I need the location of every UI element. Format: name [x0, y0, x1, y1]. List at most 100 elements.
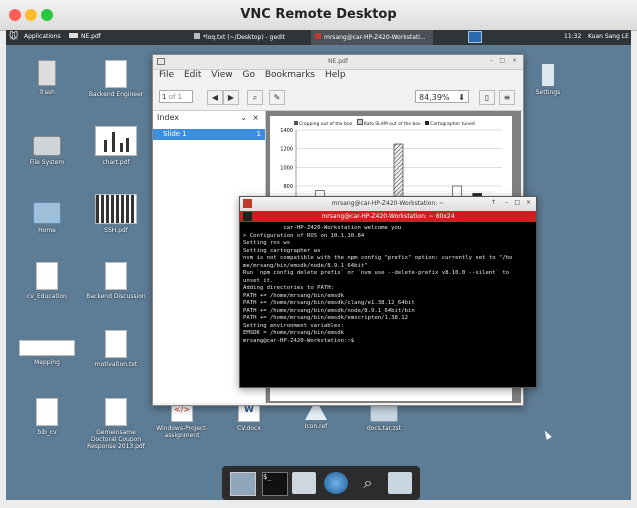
sidebar-header: Index ⌄ ×	[153, 111, 265, 129]
xfce-menu-icon[interactable]: 🐭	[9, 32, 18, 42]
task-terminal-label: mrsang@car-HP-Z420-Workstati...	[324, 34, 426, 41]
sidebar-close-icon[interactable]: ×	[252, 113, 259, 122]
terminal-output[interactable]: car-HP-Z420-Workstation welcome you > Con…	[240, 222, 536, 384]
pdf-window-title: NE.pdf	[328, 58, 348, 65]
settings-icon	[542, 64, 554, 86]
y-tick-label: 1000	[280, 165, 293, 171]
clock: 11:32	[564, 33, 582, 40]
desktop-icon-bib-cv[interactable]: bib_cv	[17, 398, 77, 436]
bookmark-icon[interactable]: ▯	[479, 90, 495, 105]
desktop-icon-label: Mapping	[34, 359, 60, 366]
terminal-line: nvm is not compatible with the npm confi…	[243, 255, 513, 261]
document-icon	[105, 330, 127, 358]
window-title: VNC Remote Desktop	[240, 7, 397, 22]
desktop-icon-mapping[interactable]: Mapping	[17, 330, 77, 366]
terminal-line: mrsang@car-HP-Z420-Workstation:~$	[243, 337, 355, 344]
document-icon	[36, 398, 58, 426]
home-folder-dock-icon[interactable]	[292, 472, 316, 494]
desktop-icon-gemeinsame-doctoral[interactable]: Gemeinsame Doctoral Coupon Response 2013…	[86, 398, 146, 450]
desktop-icon-label: Home	[38, 227, 56, 234]
desktop-icon-label: chart.pdf	[102, 159, 130, 166]
pdf-titlebar: NE.pdf – □ ×	[153, 55, 523, 70]
menu-help[interactable]: Help	[325, 70, 346, 80]
desktop-icon-label: Windows-Project-assignment	[156, 425, 208, 439]
search-icon[interactable]: ⌕	[247, 90, 263, 105]
desktop-icon-ssh-pdf[interactable]: SSH.pdf	[86, 194, 146, 234]
prev-page-icon[interactable]: ◀	[207, 90, 223, 105]
user-name[interactable]: Kuan Sang LE	[588, 33, 629, 40]
terminal-tabbar: mrsang@car-HP-Z420-Workstation: ~ 80x24	[240, 211, 536, 222]
web-browser-icon[interactable]	[324, 472, 348, 494]
desktop-icon-label: Gemeinsame Doctoral Coupon Response 2013…	[87, 429, 145, 450]
terminal-line: unset it.	[243, 277, 274, 284]
desktop-icon-settings[interactable]: Settings	[518, 64, 578, 96]
page-total: of 1	[168, 93, 183, 101]
desktop-icon-label: File System	[29, 159, 65, 166]
folder-dock-icon[interactable]	[388, 472, 412, 494]
minimize-icon[interactable]: –	[490, 57, 493, 64]
desktop-icon-file-system[interactable]: File System	[17, 130, 77, 166]
edit-icon[interactable]: ✎	[269, 90, 285, 105]
maximize-icon[interactable]: □	[499, 57, 505, 64]
desktop-icon-backend-engineer[interactable]: Backend Engineer	[86, 60, 146, 98]
terminal-line: Setting cartographer ws	[243, 247, 321, 254]
close-icon[interactable]: ×	[526, 199, 531, 206]
home-folder-icon	[33, 202, 61, 224]
desktop-icon-backend-discussion[interactable]: Backend Discussion	[86, 262, 146, 300]
desktop-icon-label: Settings	[535, 89, 561, 96]
menu-file[interactable]: File	[159, 70, 174, 80]
desktop-icon-label: cv_Education	[27, 293, 67, 300]
sidebar-title: Index	[157, 113, 180, 122]
desktop-icon-home[interactable]: Home	[17, 198, 77, 234]
terminal-line: PATH += /home/mrsang/bin/emsdk/node/8.9.…	[243, 307, 415, 314]
close-icon[interactable]: ×	[512, 57, 517, 64]
page-number-field[interactable]: 1 of 1	[159, 90, 193, 103]
menu-bookmarks[interactable]: Bookmarks	[265, 70, 315, 80]
legend-swatch	[425, 121, 430, 125]
show-desktop-icon[interactable]	[230, 472, 256, 496]
desktop-icon-chart-pdf[interactable]: chart.pdf	[86, 126, 146, 166]
terminal-line: PATH += /home/mrsang/bin/emsdk	[243, 292, 345, 299]
desktop-icon-label: Icon.ref	[304, 423, 328, 430]
terminal-line: Adding directories to PATH:	[243, 285, 334, 291]
desktop-icon-motivation[interactable]: motivation.txt	[86, 330, 146, 368]
sidebar-item-slide-1[interactable]: Slide 1 1	[153, 129, 265, 140]
pdf-app-icon	[69, 33, 78, 38]
minimize-icon[interactable]: –	[505, 199, 508, 206]
desktop-icon-trash[interactable]: Trash	[17, 60, 77, 96]
desktop-icon-label: motivation.txt	[94, 361, 138, 368]
terminal-dock-icon[interactable]: $_	[262, 472, 288, 496]
zoom-value: 84,39%	[419, 93, 450, 102]
barcode-thumbnail-icon	[95, 194, 137, 224]
document-icon	[105, 262, 127, 290]
terminal-line: PATH += /home/mrsang/bin/emsdk/clang/e1.…	[243, 300, 415, 306]
task-terminal[interactable]: mrsang@car-HP-Z420-Workstati...	[311, 30, 433, 45]
terminal-line: Run `npm config delete prefix` or `nvm u…	[243, 270, 510, 276]
pdf-menubar: File Edit View Go Bookmarks Help	[153, 70, 523, 84]
zoom-select[interactable]: 84,39% ⬇	[415, 90, 469, 103]
desktop-icon-cv-education[interactable]: cv_Education	[17, 262, 77, 300]
hamburger-menu-icon[interactable]: ≡	[499, 90, 515, 105]
y-tick-label: 800	[283, 184, 293, 190]
terminal-line: > Configuration of ROS on 10.1.10.84	[243, 232, 365, 239]
menu-view[interactable]: View	[211, 70, 232, 80]
menu-go[interactable]: Go	[242, 70, 254, 80]
task-pdf[interactable]: NE.pdf	[69, 33, 101, 40]
workspace-icon[interactable]	[468, 31, 482, 43]
top-panel: 🐭 Applications NE.pdf *loq.txt (~/Deskto…	[6, 30, 631, 45]
desktop-icon-label: Backend Discussion	[86, 293, 146, 300]
menu-edit[interactable]: Edit	[184, 70, 201, 80]
terminal-titlebar: mrsang@car-HP-Z420-Workstation: ~ ↑ – □ …	[240, 197, 536, 211]
maximize-icon[interactable]: □	[514, 199, 520, 206]
applications-menu[interactable]: Applications	[24, 33, 61, 40]
dock: $_ ⌕	[222, 466, 420, 500]
task-gedit[interactable]: *loq.txt (~/Desktop) - gedit	[194, 33, 285, 41]
terminal-line: Setting environment variables:	[243, 322, 345, 329]
desktop-icon-label: Backend Engineer	[88, 91, 144, 98]
terminal-tab-title[interactable]: mrsang@car-HP-Z420-Workstation: ~ 80x24	[240, 213, 536, 220]
pin-icon[interactable]: ↑	[491, 199, 496, 206]
next-page-icon[interactable]: ▶	[223, 90, 239, 105]
search-icon[interactable]: ⌕	[356, 472, 380, 494]
sidebar-dropdown-icon[interactable]: ⌄	[240, 113, 247, 122]
terminal-line: me/mrsang/bin/emsdk/node/8.9.1_64bit"	[243, 262, 368, 269]
